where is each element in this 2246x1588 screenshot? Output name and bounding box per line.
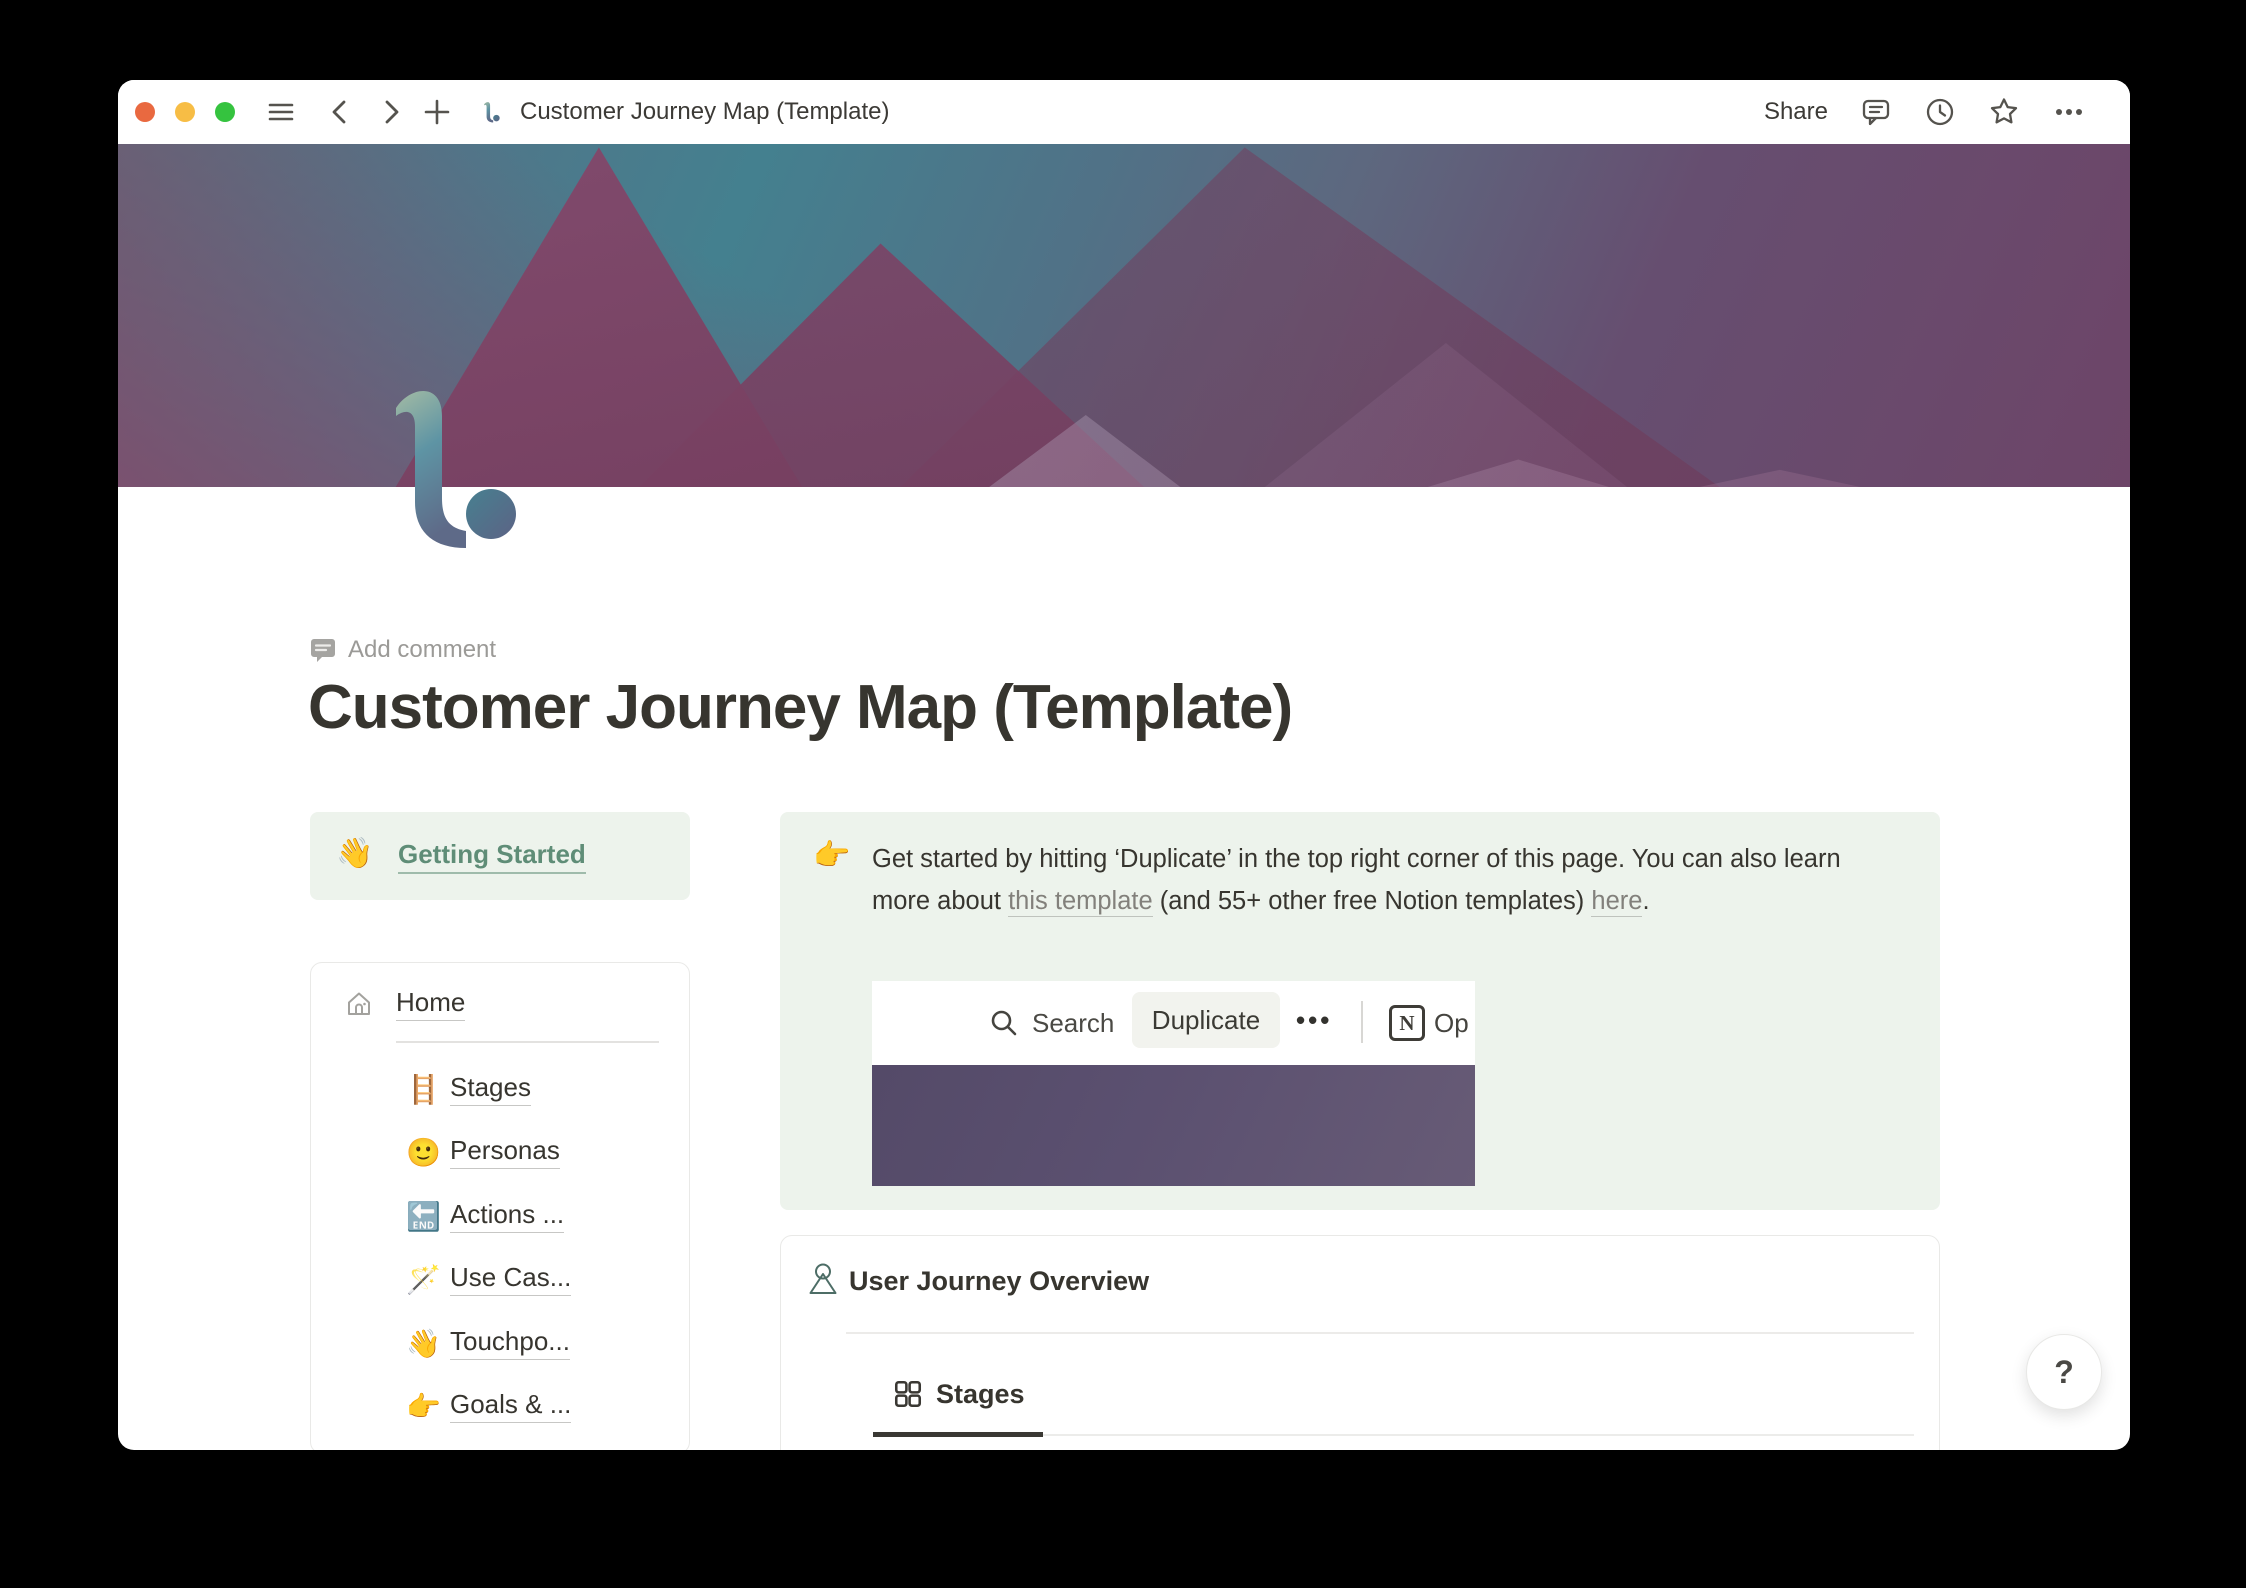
this-template-link[interactable]: this template — [1008, 887, 1153, 917]
chevron-left-icon — [332, 100, 346, 124]
overview-title: User Journey Overview — [849, 1266, 1150, 1296]
sidebar-item-stages[interactable]: 🪜 Stages — [406, 1064, 531, 1114]
search-icon — [991, 1010, 1017, 1036]
page-title[interactable]: Customer Journey Map (Template) — [308, 672, 1293, 743]
plus-icon — [424, 99, 450, 125]
divider — [846, 1332, 1914, 1334]
zoom-window-button[interactable] — [215, 102, 235, 122]
sidebar-item-actions[interactable]: 🔚 Actions ... — [406, 1191, 565, 1241]
favorite-star-icon[interactable] — [1988, 96, 2020, 128]
tip-text: (and 55+ other free Notion templates) — [1152, 887, 1592, 915]
end-arrow-emoji-icon: 🔚 — [406, 1200, 441, 1232]
sidebar-item-goals[interactable]: 👉 Goals & ... — [406, 1381, 572, 1431]
chevron-right-icon — [385, 100, 399, 124]
divider — [1361, 1001, 1363, 1043]
screenshot-purple-banner — [872, 1065, 1475, 1186]
new-tab-button[interactable] — [423, 98, 451, 126]
traffic-lights — [135, 102, 235, 122]
tab-stages[interactable]: Stages — [892, 1378, 1025, 1410]
add-comment-label: Add comment — [348, 636, 497, 663]
window-titlebar: Customer Journey Map (Template) Share — [118, 80, 2130, 144]
sidebar-item-label: Actions ... — [450, 1199, 565, 1233]
close-window-button[interactable] — [135, 102, 155, 122]
smiley-emoji-icon: 🙂 — [406, 1136, 441, 1168]
wave-emoji-icon: 👋 — [336, 837, 374, 870]
nav-back-button[interactable] — [326, 98, 354, 126]
notion-logo-icon: N — [1389, 1005, 1425, 1041]
sidebar-item-use-cases[interactable]: 🪄 Use Cas... — [406, 1254, 572, 1304]
gallery-grid-icon — [894, 1380, 922, 1408]
add-comment-button[interactable]: Add comment — [310, 636, 496, 664]
history-clock-icon[interactable] — [1924, 96, 1956, 128]
sidebar-item-label: Goals & ... — [450, 1389, 572, 1423]
ladder-emoji-icon: 🪜 — [406, 1073, 441, 1105]
wave-emoji-icon: 👋 — [406, 1327, 441, 1359]
duplicate-tip-callout: 👉 Get started by hitting ‘Duplicate’ in … — [780, 812, 1940, 1210]
more-options-icon[interactable] — [2052, 96, 2086, 128]
minimize-window-button[interactable] — [175, 102, 195, 122]
active-tab-underline — [873, 1432, 1043, 1437]
user-journey-overview-card: User Journey Overview Stages — [780, 1235, 1940, 1450]
page-icon-logo — [388, 382, 518, 557]
titlebar-actions: Share — [1764, 80, 2086, 144]
page-favicon-logo — [483, 101, 500, 128]
hamburger-icon — [268, 103, 294, 121]
home-navigation-card: Home 🪜 Stages 🙂 Personas 🔚 Actions ... 🪄… — [310, 962, 690, 1450]
help-button[interactable]: ? — [2026, 1334, 2102, 1410]
divider — [396, 1041, 659, 1043]
sidebar-item-label: Stages — [450, 1072, 531, 1106]
comments-icon[interactable] — [1860, 96, 1892, 128]
screenshot-more-dots: ••• — [1296, 1005, 1333, 1035]
sidebar-item-personas[interactable]: 🙂 Personas — [406, 1127, 560, 1177]
screenshot-duplicate-button: Duplicate — [1132, 992, 1280, 1048]
getting-started-link[interactable]: Getting Started — [398, 839, 586, 874]
here-link[interactable]: here — [1591, 887, 1643, 917]
screenshot-stage: Customer Journey Map (Template) Share Ad… — [0, 0, 2246, 1588]
duplicate-instruction-image[interactable]: Search Duplicate ••• N Op — [872, 981, 1475, 1186]
point-right-emoji-icon: 👉 — [406, 1390, 441, 1422]
screenshot-open-label: Op — [1434, 1008, 1469, 1038]
home-icon — [348, 992, 370, 1015]
tab-track-line — [1043, 1434, 1914, 1436]
comment-bubble-icon — [311, 639, 335, 662]
magic-wand-emoji-icon: 🪄 — [406, 1263, 441, 1295]
nav-forward-button[interactable] — [377, 98, 405, 126]
sidebar-item-label: Touchpo... — [450, 1326, 570, 1360]
screenshot-toolbar: Search Duplicate ••• N Op — [872, 981, 1475, 1065]
sidebar-menu-button[interactable] — [267, 98, 295, 126]
sidebar-item-touchpoints[interactable]: 👋 Touchpo... — [406, 1318, 570, 1368]
tip-paragraph: Get started by hitting ‘Duplicate’ in th… — [872, 838, 1898, 922]
tab-stages-label: Stages — [936, 1378, 1025, 1409]
sidebar-item-label: Use Cas... — [450, 1262, 572, 1296]
screenshot-search-label: Search — [1032, 1008, 1115, 1038]
point-right-emoji-icon: 👉 — [813, 839, 851, 872]
share-button[interactable]: Share — [1764, 98, 1828, 126]
sidebar-item-label: Personas — [450, 1135, 560, 1169]
sidebar-item-home[interactable]: Home — [396, 987, 466, 1021]
notion-window: Customer Journey Map (Template) Share Ad… — [118, 80, 2130, 1450]
person-mountain-icon — [809, 1263, 837, 1294]
getting-started-callout: 👋 Getting Started — [310, 812, 690, 900]
window-title: Customer Journey Map (Template) — [520, 98, 890, 125]
home-row: Home — [344, 987, 466, 1021]
tip-text: . — [1642, 887, 1650, 915]
